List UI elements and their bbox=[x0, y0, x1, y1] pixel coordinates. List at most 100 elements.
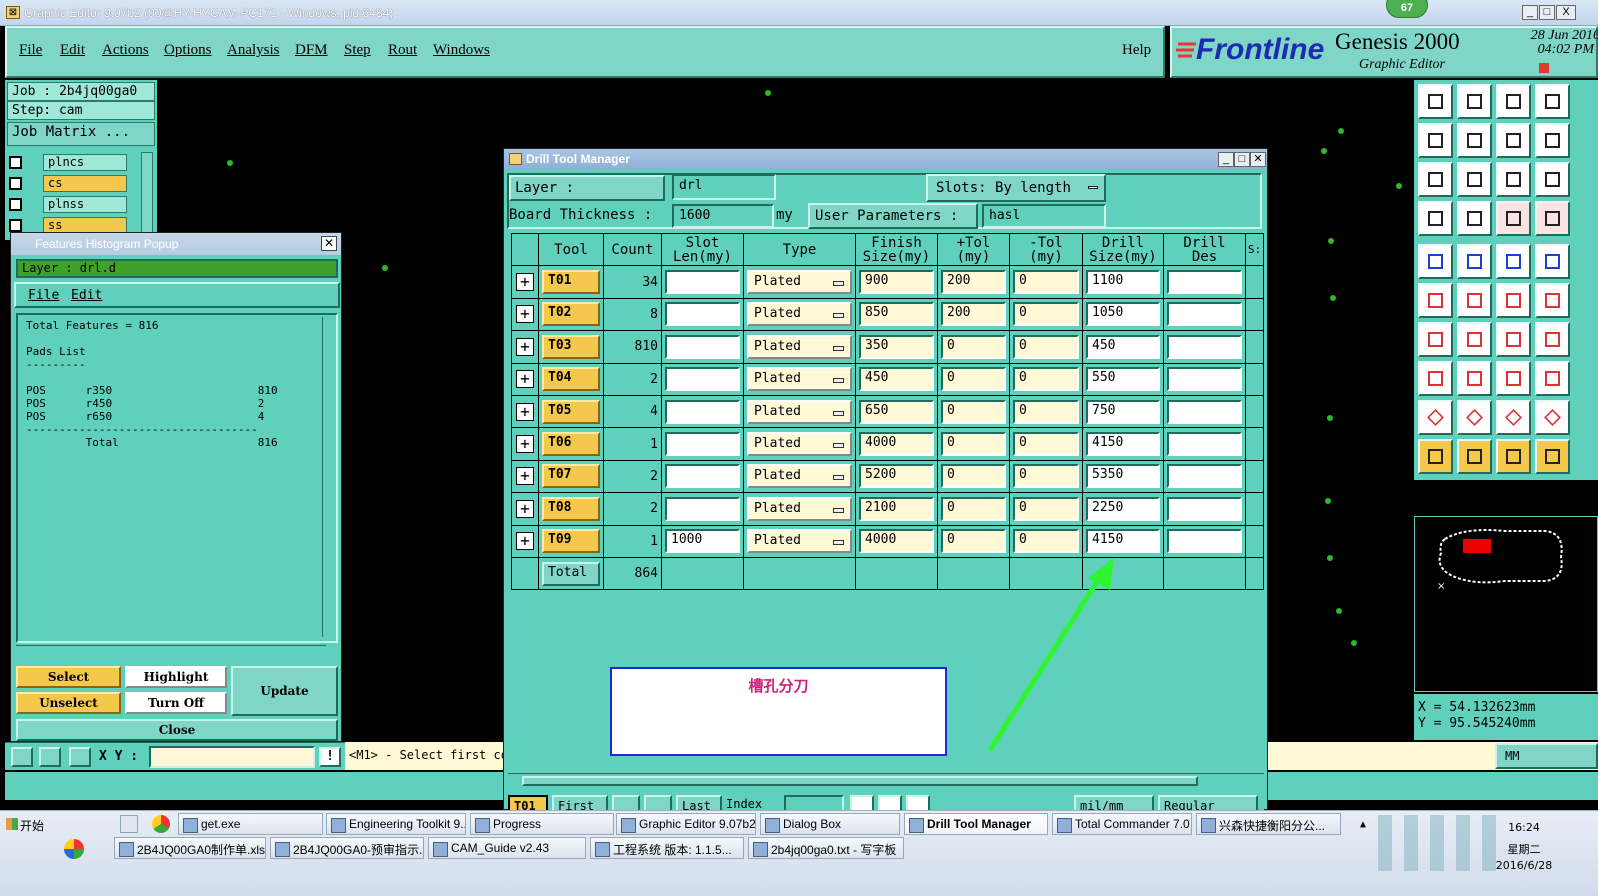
delete-icon[interactable] bbox=[906, 795, 930, 811]
slot-len-input[interactable] bbox=[665, 432, 740, 457]
histogram-menu-file[interactable]: File bbox=[28, 288, 59, 303]
next-button[interactable] bbox=[644, 795, 672, 811]
plus-tol-input[interactable]: 0 bbox=[941, 464, 1006, 489]
angle-icon[interactable] bbox=[1418, 322, 1453, 357]
highlight-button[interactable]: Highlight bbox=[125, 666, 227, 688]
plus-tol-input[interactable]: 200 bbox=[941, 302, 1006, 327]
snap-icon[interactable] bbox=[11, 747, 33, 767]
taskbar-item[interactable]: Graphic Editor 9.07b2... bbox=[616, 813, 756, 835]
tool-button[interactable]: T02 bbox=[542, 302, 600, 327]
first-button[interactable]: First bbox=[552, 795, 608, 811]
slot-len-input[interactable] bbox=[665, 367, 740, 392]
finish-size-input[interactable]: 5200 bbox=[859, 464, 934, 489]
tool-button[interactable]: T01 bbox=[542, 270, 600, 295]
drill-size-input[interactable]: 450 bbox=[1086, 334, 1160, 359]
copy-icon[interactable] bbox=[1535, 361, 1570, 396]
taskbar-item[interactable]: 工程系统 版本: 1.1.5... bbox=[590, 837, 744, 859]
current-tool-button[interactable]: T01 bbox=[508, 795, 548, 811]
units-select[interactable]: mil/mm bbox=[1074, 795, 1154, 811]
expand-icon[interactable]: + bbox=[516, 370, 534, 389]
tool-button[interactable]: T06 bbox=[542, 432, 600, 457]
plus-tol-input[interactable]: 0 bbox=[941, 367, 1006, 392]
plus-tol-input[interactable]: 0 bbox=[941, 399, 1006, 424]
finish-size-input[interactable]: 850 bbox=[859, 302, 934, 327]
zoom-in-icon[interactable] bbox=[1418, 123, 1453, 158]
menu-rout[interactable]: Rout bbox=[388, 42, 417, 59]
tool-button[interactable]: T08 bbox=[542, 496, 600, 521]
taskbar-item[interactable]: 2b4jq00ga0.txt - 写字板 bbox=[748, 837, 904, 859]
pointer-icon[interactable] bbox=[1418, 439, 1453, 474]
drill-des-input[interactable] bbox=[1167, 529, 1242, 554]
minus-tol-input[interactable]: 0 bbox=[1013, 334, 1079, 359]
start-button[interactable]: 开始 bbox=[4, 814, 50, 836]
plus-tol-input[interactable]: 0 bbox=[941, 432, 1006, 457]
slot-len-input[interactable] bbox=[665, 399, 740, 424]
tray-icons[interactable] bbox=[1378, 815, 1496, 871]
menu-help[interactable]: Help bbox=[1122, 42, 1151, 59]
tool-button[interactable]: T05 bbox=[542, 399, 600, 424]
menu-windows[interactable]: Windows bbox=[433, 42, 490, 59]
job-matrix-button[interactable]: Job Matrix ... bbox=[7, 122, 155, 146]
drill-size-input[interactable]: 2250 bbox=[1086, 496, 1160, 521]
drill-des-input[interactable] bbox=[1167, 432, 1242, 457]
bar-icon[interactable] bbox=[1457, 361, 1492, 396]
zoom-fit-icon[interactable] bbox=[1496, 123, 1531, 158]
menu-analysis[interactable]: Analysis bbox=[227, 42, 280, 59]
prev-button[interactable] bbox=[612, 795, 640, 811]
close-button[interactable]: X bbox=[1556, 5, 1576, 20]
overview-map[interactable]: × bbox=[1414, 516, 1598, 692]
drill-size-input[interactable]: 550 bbox=[1086, 367, 1160, 392]
tool-button[interactable]: T07 bbox=[542, 464, 600, 489]
ruler-icon[interactable] bbox=[1496, 244, 1531, 279]
app-launcher-icon[interactable] bbox=[64, 839, 84, 859]
type-select[interactable]: Plated bbox=[747, 432, 852, 457]
board-thickness-input[interactable]: 1600 bbox=[672, 204, 774, 228]
minus-tol-input[interactable]: 0 bbox=[1013, 367, 1079, 392]
step-down-icon[interactable] bbox=[1457, 84, 1492, 119]
type-select[interactable]: Plated bbox=[747, 496, 852, 521]
minus-tol-input[interactable]: 0 bbox=[1013, 464, 1079, 489]
slots-select[interactable]: Slots: By length bbox=[926, 174, 1106, 202]
measure-icon[interactable] bbox=[1418, 201, 1453, 236]
dtm-minimize-button[interactable]: _ bbox=[1218, 152, 1234, 167]
type-select[interactable]: Plated bbox=[747, 399, 852, 424]
taskbar-item[interactable]: Total Commander 7.0 ... bbox=[1052, 813, 1192, 835]
expand-icon[interactable]: + bbox=[516, 402, 534, 421]
clock-time[interactable]: 16:24 bbox=[1500, 821, 1548, 834]
measure-icon[interactable] bbox=[39, 747, 61, 767]
drill-des-input[interactable] bbox=[1167, 367, 1242, 392]
window-icon[interactable] bbox=[1535, 123, 1570, 158]
drill-size-input[interactable]: 5350 bbox=[1086, 464, 1160, 489]
chrome-icon[interactable] bbox=[152, 815, 170, 833]
layer-name[interactable]: plncs bbox=[43, 154, 127, 171]
expand-icon[interactable]: + bbox=[516, 305, 534, 324]
type-select[interactable]: Plated bbox=[747, 464, 852, 489]
menu-step[interactable]: Step bbox=[344, 42, 371, 59]
slot-len-input[interactable] bbox=[665, 464, 740, 489]
tool-button[interactable]: T09 bbox=[542, 529, 600, 554]
pan-icon[interactable] bbox=[1418, 162, 1453, 197]
plus-tol-input[interactable]: 0 bbox=[941, 529, 1006, 554]
pointer-d-icon[interactable] bbox=[1535, 439, 1570, 474]
layer-value[interactable]: drl bbox=[672, 174, 776, 200]
histogram-close-button[interactable]: Close bbox=[16, 719, 338, 741]
dtm-maximize-button[interactable]: □ bbox=[1234, 152, 1250, 167]
type-select[interactable]: Plated bbox=[747, 334, 852, 359]
slot-len-input[interactable]: 1000 bbox=[665, 529, 740, 554]
tool-button[interactable]: T04 bbox=[542, 367, 600, 392]
minus-tol-input[interactable]: 0 bbox=[1013, 496, 1079, 521]
save-icon[interactable] bbox=[878, 795, 902, 811]
connect-icon[interactable] bbox=[1418, 283, 1453, 318]
slash-icon[interactable] bbox=[1457, 322, 1492, 357]
taskbar-item[interactable]: 2B4JQ00GA0-预审指示.... bbox=[270, 837, 424, 859]
plus-tol-input[interactable]: 200 bbox=[941, 270, 1006, 295]
line-icon[interactable] bbox=[1457, 244, 1492, 279]
layer-name[interactable]: plnss bbox=[43, 196, 127, 213]
arc-icon[interactable] bbox=[1496, 283, 1531, 318]
panel-icon[interactable] bbox=[1535, 84, 1570, 119]
type-select[interactable]: Plated bbox=[747, 529, 852, 554]
histogram-vscroll[interactable] bbox=[322, 317, 334, 637]
taskbar-item[interactable]: Dialog Box bbox=[760, 813, 900, 835]
home-icon[interactable] bbox=[1496, 84, 1531, 119]
minimize-button[interactable]: _ bbox=[1522, 5, 1538, 20]
